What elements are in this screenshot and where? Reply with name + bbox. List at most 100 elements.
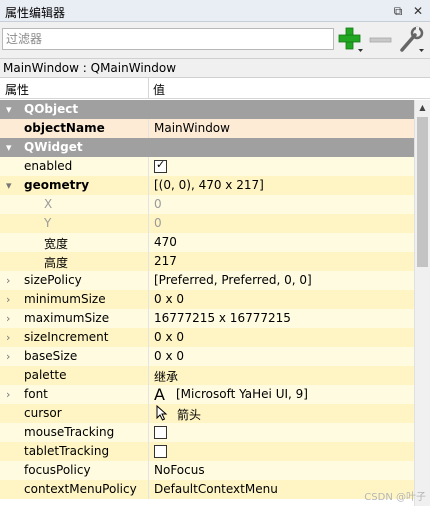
checkmark-icon: ✓ <box>156 158 166 171</box>
property-row-font[interactable]: › font A [Microsoft YaHei UI, 9] <box>0 385 414 404</box>
column-divider <box>148 461 149 480</box>
expand-down-icon[interactable]: ▾ <box>6 141 12 154</box>
property-row-minimumsize[interactable]: › minimumSize 0 x 0 <box>0 290 414 309</box>
property-value[interactable]: 0 <box>154 216 162 230</box>
expand-right-icon[interactable]: › <box>6 388 10 401</box>
scroll-thumb[interactable] <box>417 117 428 267</box>
property-name: Y <box>44 216 52 230</box>
configure-button[interactable] <box>398 26 426 54</box>
property-row[interactable]: 高度 217 <box>0 252 414 271</box>
panel-title: 属性编辑器 <box>5 6 66 20</box>
value-column-header[interactable]: 值 <box>153 81 165 98</box>
property-checkbox[interactable] <box>154 426 167 439</box>
property-value[interactable]: [Microsoft YaHei UI, 9] <box>176 387 308 401</box>
add-property-button[interactable] <box>337 26 365 54</box>
object-info-text: MainWindow : QMainWindow <box>3 61 177 75</box>
property-tree[interactable]: ▾ QObject objectName MainWindow ▾ QWidget enab… <box>0 100 414 506</box>
property-value[interactable]: 0 x 0 <box>154 330 184 344</box>
property-name: maximumSize <box>24 311 110 325</box>
property-row-tablettracking[interactable]: tabletTracking <box>0 442 414 461</box>
property-row-sizepolicy[interactable]: › sizePolicy [Preferred, Preferred, 0, 0] <box>0 271 414 290</box>
cursor-arrow-icon <box>156 404 168 424</box>
property-value[interactable]: 16777215 x 16777215 <box>154 311 291 325</box>
property-name: objectName <box>24 121 105 135</box>
column-divider <box>148 252 149 271</box>
property-row-basesize[interactable]: › baseSize 0 x 0 <box>0 347 414 366</box>
remove-property-button[interactable] <box>369 26 393 54</box>
property-row-mousetracking[interactable]: mouseTracking <box>0 423 414 442</box>
property-name: cursor <box>24 406 62 420</box>
category-label: QWidget <box>24 140 83 154</box>
property-row-geometry[interactable]: ▾ geometry [(0, 0), 470 x 217] <box>0 176 414 195</box>
property-row-maximumsize[interactable]: › maximumSize 16777215 x 16777215 <box>0 309 414 328</box>
property-name: baseSize <box>24 349 78 363</box>
column-divider <box>148 404 149 423</box>
column-divider <box>148 423 149 442</box>
category-row[interactable]: ▾ QObject <box>0 100 414 119</box>
property-checkbox[interactable] <box>154 445 167 458</box>
property-name: tabletTracking <box>24 444 110 458</box>
property-row-cursor[interactable]: cursor 箭头 <box>0 404 414 423</box>
property-row-contextmenupolicy[interactable]: contextMenuPolicy DefaultContextMenu <box>0 480 414 499</box>
scroll-up-arrow-icon[interactable]: ▲ <box>415 100 430 115</box>
property-row-focuspolicy[interactable]: focusPolicy NoFocus <box>0 461 414 480</box>
property-value[interactable]: 0 x 0 <box>154 349 184 363</box>
column-divider <box>148 157 149 176</box>
property-row-x[interactable]: X0 <box>0 195 414 214</box>
wrench-icon <box>400 26 424 52</box>
property-name: focusPolicy <box>24 463 91 477</box>
property-row-objectname[interactable]: objectName MainWindow <box>0 119 414 138</box>
property-value[interactable]: [(0, 0), 470 x 217] <box>154 178 264 192</box>
property-row-palette[interactable]: palette 继承 <box>0 366 414 385</box>
property-value[interactable]: 0 <box>154 197 162 211</box>
category-row[interactable]: ▾ QWidget <box>0 138 414 157</box>
column-divider <box>148 480 149 499</box>
expand-right-icon[interactable]: › <box>6 274 10 287</box>
expand-right-icon[interactable]: › <box>6 331 10 344</box>
column-divider <box>148 347 149 366</box>
property-name: minimumSize <box>24 292 106 306</box>
column-divider <box>148 119 149 138</box>
column-divider <box>148 290 149 309</box>
property-value[interactable]: DefaultContextMenu <box>154 482 278 496</box>
property-row-enabled[interactable]: enabled ✓ <box>0 157 414 176</box>
expand-down-icon[interactable]: ▾ <box>6 103 12 116</box>
vertical-scrollbar[interactable]: ▲ <box>414 100 430 506</box>
expand-right-icon[interactable]: › <box>6 312 10 325</box>
filter-input[interactable] <box>2 28 334 50</box>
watermark: CSDN @叶子 <box>364 492 426 503</box>
property-value[interactable]: 0 x 0 <box>154 292 184 306</box>
column-divider <box>148 328 149 347</box>
property-name: enabled <box>24 159 73 173</box>
property-value[interactable]: [Preferred, Preferred, 0, 0] <box>154 273 312 287</box>
object-class-label: MainWindow : QMainWindow <box>0 58 430 78</box>
expand-right-icon[interactable]: › <box>6 293 10 306</box>
property-row-y[interactable]: Y0 <box>0 214 414 233</box>
category-label: QObject <box>24 102 79 116</box>
property-value[interactable]: MainWindow <box>154 121 230 135</box>
column-divider <box>148 309 149 328</box>
property-row[interactable]: 宽度 470 <box>0 233 414 252</box>
property-name: contextMenuPolicy <box>24 482 137 496</box>
close-icon[interactable]: ✕ <box>410 3 426 19</box>
float-icon[interactable]: ⧉ <box>390 3 406 19</box>
property-name: 高度 <box>44 256 69 270</box>
column-header: 属性 值 <box>0 78 430 99</box>
property-name: palette <box>24 368 67 382</box>
column-divider <box>148 233 149 252</box>
property-value[interactable]: 217 <box>154 254 177 268</box>
expand-right-icon[interactable]: › <box>6 350 10 363</box>
expand-down-icon[interactable]: ▾ <box>6 179 12 192</box>
property-value[interactable]: 箭头 <box>177 406 201 423</box>
column-divider <box>148 366 149 385</box>
property-name: geometry <box>24 178 90 192</box>
header-divider[interactable] <box>148 78 149 98</box>
property-value[interactable]: NoFocus <box>154 463 205 477</box>
property-column-header[interactable]: 属性 <box>5 81 29 98</box>
property-value[interactable]: 继承 <box>154 368 178 385</box>
property-name: 宽度 <box>44 237 69 251</box>
property-checkbox[interactable]: ✓ <box>154 158 167 173</box>
property-value[interactable]: 470 <box>154 235 177 249</box>
property-name: sizePolicy <box>24 273 82 287</box>
property-row-sizeincrement[interactable]: › sizeIncrement 0 x 0 <box>0 328 414 347</box>
